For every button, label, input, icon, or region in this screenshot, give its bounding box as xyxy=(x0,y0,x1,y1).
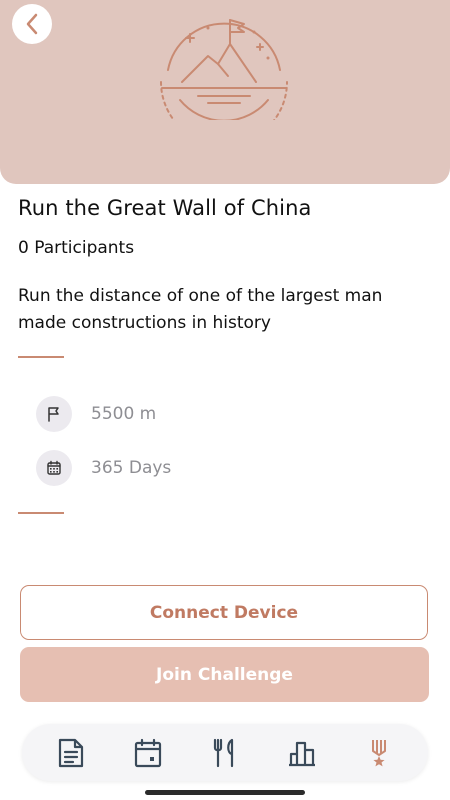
stat-duration: 365 Days xyxy=(36,450,171,486)
chevron-left-icon xyxy=(26,13,38,35)
stat-distance: 5500 m xyxy=(36,396,156,432)
section-divider xyxy=(18,356,64,358)
calendar-icon xyxy=(47,460,61,475)
tab-calendar[interactable] xyxy=(128,733,168,773)
join-challenge-button[interactable]: Join Challenge xyxy=(20,647,429,702)
bar-chart-icon xyxy=(289,741,316,766)
challenge-description: Run the distance of one of the largest m… xyxy=(18,286,383,333)
stat-distance-value: 5500 m xyxy=(91,404,157,424)
fork-knife-icon xyxy=(213,738,234,767)
stat-duration-value: 365 Days xyxy=(91,458,172,478)
section-divider xyxy=(18,512,64,514)
mountain-flag-icon xyxy=(160,19,288,120)
tab-nutrition[interactable] xyxy=(205,733,245,773)
challenge-hero xyxy=(0,0,450,184)
tab-journal[interactable] xyxy=(51,733,91,773)
challenge-title: Run the Great Wall of China xyxy=(18,196,312,220)
medal-icon xyxy=(372,739,387,766)
calendar-icon xyxy=(134,738,161,767)
tab-stats[interactable] xyxy=(282,733,322,773)
participants-count: 0 Participants xyxy=(18,238,135,258)
document-icon xyxy=(58,738,83,767)
tab-challenges[interactable] xyxy=(359,733,399,773)
back-button[interactable] xyxy=(12,4,52,44)
bottom-tab-bar xyxy=(22,724,428,781)
home-indicator xyxy=(145,790,305,795)
flag-icon xyxy=(48,407,59,422)
connect-device-button[interactable]: Connect Device xyxy=(20,585,428,640)
